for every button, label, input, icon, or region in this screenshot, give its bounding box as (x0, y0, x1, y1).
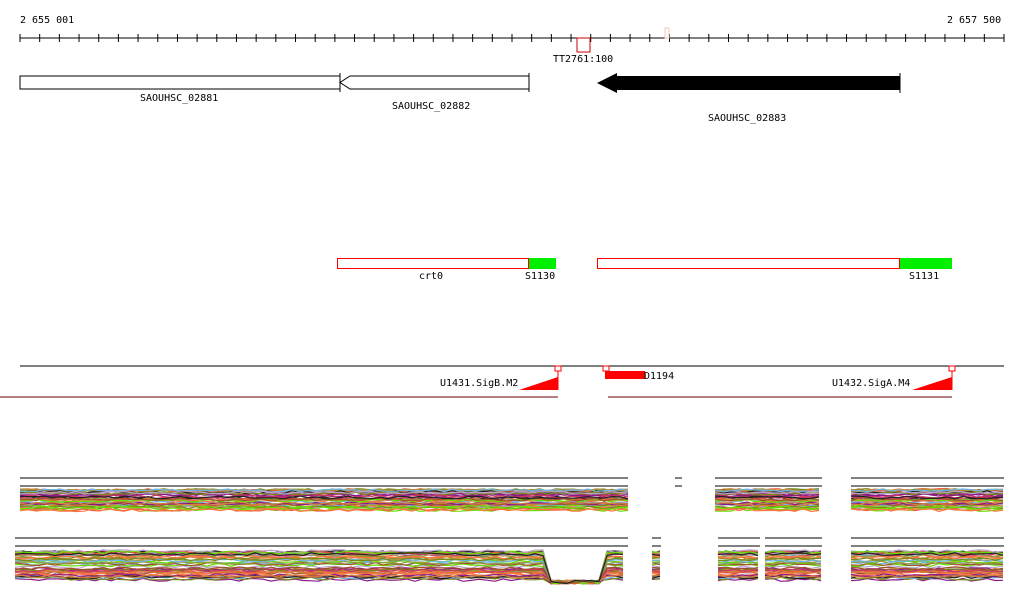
promoter-label: U1431.SigB.M2 (440, 378, 518, 389)
gene-SAOUHSC_02881[interactable] (19, 75, 341, 90)
terminator-box[interactable] (576, 37, 591, 53)
expression-profiles (14, 477, 1004, 585)
segment-label: S1130 (525, 271, 555, 282)
ruler-end-label: 2 657 500 (947, 15, 1001, 26)
promoter-site-box[interactable] (602, 365, 610, 372)
terminator-label: TT2761:100 (553, 54, 613, 65)
expression-profile-line (651, 574, 661, 577)
segment-S1131[interactable] (900, 258, 952, 269)
segment-S1130[interactable] (529, 258, 556, 269)
gene-SAOUHSC_02883[interactable] (597, 73, 900, 93)
gene-track: SAOUHSC_02881 SAOUHSC_02882 SAOUHSC_0288… (19, 73, 901, 124)
promoter-U1432-ramp[interactable] (912, 377, 952, 390)
gene-SAOUHSC_02882[interactable] (339, 75, 530, 90)
promoter-track: U1431.SigB.M2 D1194 U1432.SigA.M4 (0, 365, 1004, 398)
promoter-U1431-ramp[interactable] (519, 377, 558, 390)
segment-unnamed[interactable] (597, 258, 900, 269)
promoter-label: U1432.SigA.M4 (832, 378, 910, 389)
segment-label: S1131 (909, 271, 939, 282)
expression-profile-line (651, 564, 661, 568)
gene-label: SAOUHSC_02881 (140, 93, 218, 104)
gene-label: SAOUHSC_02883 (708, 113, 786, 124)
genome-browser: 2 655 001 2 657 500 TT2761:100 SAOUHSC_0… (0, 15, 1005, 585)
terminator[interactable]: TT2761:100 (553, 37, 613, 65)
expression-profile-line (651, 561, 661, 564)
position-marker[interactable] (664, 27, 670, 39)
segment-crt0[interactable] (337, 258, 529, 269)
segment-label: crt0 (419, 271, 443, 282)
promoter-D1194[interactable] (605, 371, 645, 379)
promoter-site-box[interactable] (554, 365, 562, 372)
promoter-label: D1194 (644, 371, 674, 382)
expression-profile-line (651, 566, 661, 569)
gene-label: SAOUHSC_02882 (392, 101, 470, 112)
expression-profile-line (651, 559, 661, 562)
segment-track: crt0 S1130 S1131 (337, 258, 952, 282)
ruler-start-label: 2 655 001 (20, 15, 74, 26)
coordinate-ruler: 2 655 001 2 657 500 (19, 15, 1005, 42)
promoter-site-box[interactable] (948, 365, 956, 372)
